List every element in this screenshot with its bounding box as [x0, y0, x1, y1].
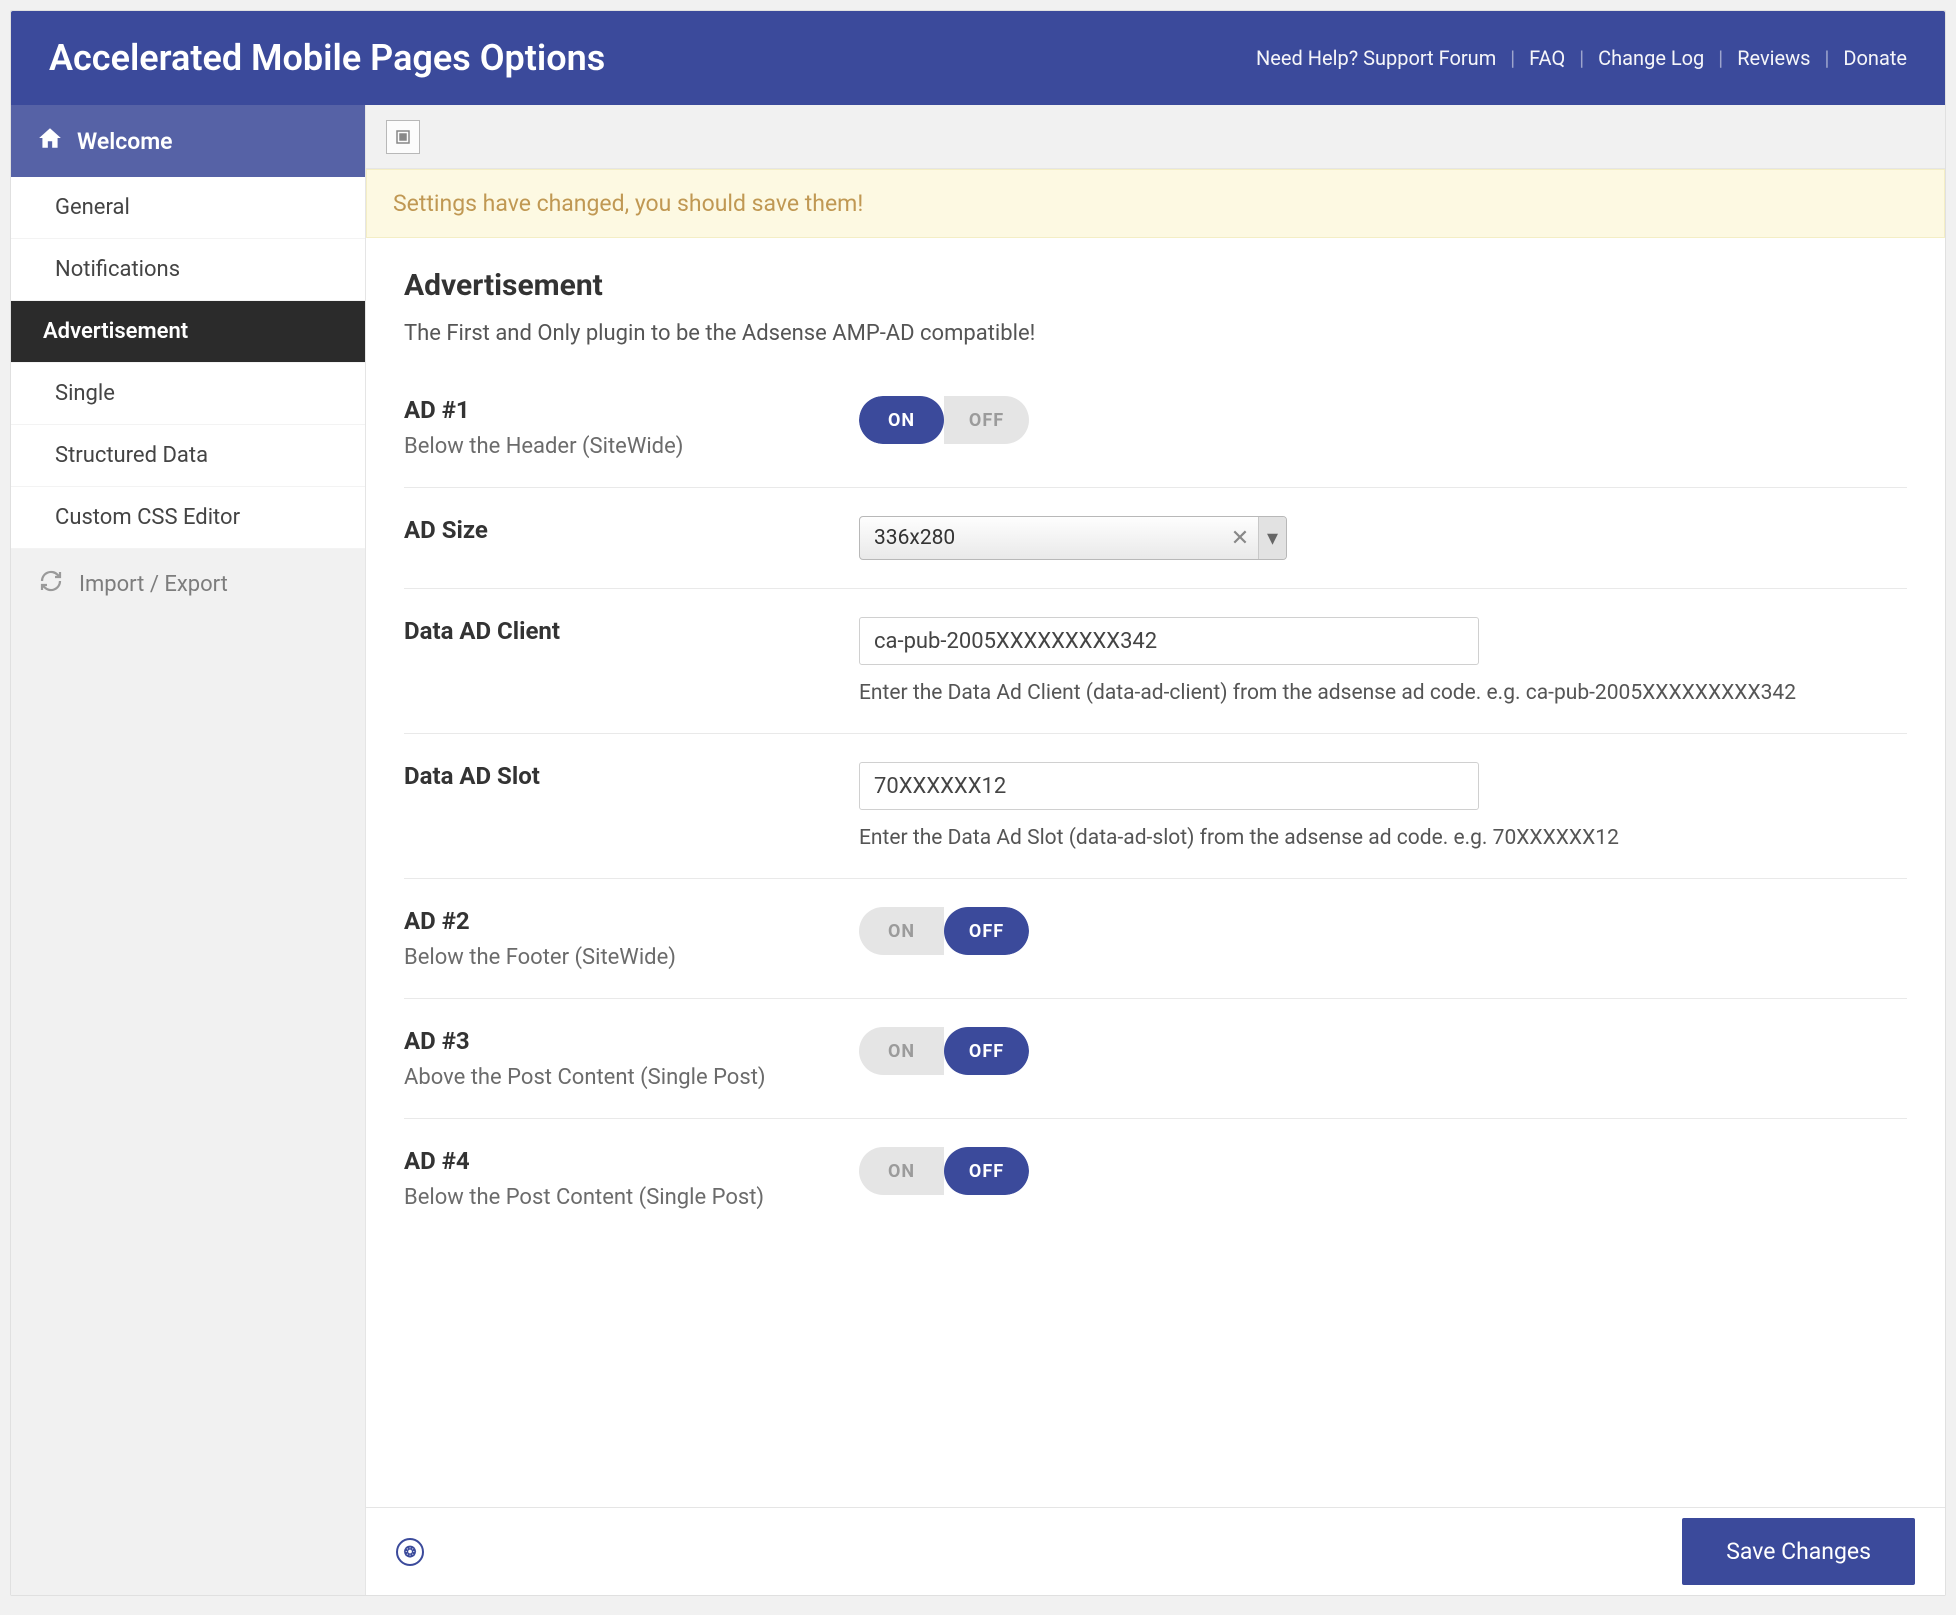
sidebar-item-notifications[interactable]: Notifications — [11, 239, 365, 301]
sidebar-welcome-label: Welcome — [77, 128, 173, 155]
ad4-toggle[interactable]: ON OFF — [859, 1147, 1029, 1195]
sidebar-item-custom-css[interactable]: Custom CSS Editor — [11, 487, 365, 549]
separator: | — [1504, 46, 1521, 70]
separator: | — [1712, 46, 1729, 70]
toggle-off-label: OFF — [944, 1147, 1029, 1195]
ad-size-select[interactable]: 336x280 ✕ ▾ — [859, 516, 1287, 560]
separator: | — [1819, 46, 1836, 70]
ad4-title: AD #4 — [404, 1147, 839, 1175]
page-title: Accelerated Mobile Pages Options — [49, 37, 605, 79]
link-help[interactable]: Need Help? Support Forum — [1256, 46, 1496, 70]
toggle-off-label: OFF — [944, 1027, 1029, 1075]
ad2-toggle[interactable]: ON OFF — [859, 907, 1029, 955]
header-bar: Accelerated Mobile Pages Options Need He… — [11, 11, 1945, 105]
refresh-icon — [39, 569, 63, 599]
footer-bar: ❂ Save Changes — [366, 1507, 1945, 1595]
chevron-down-icon[interactable]: ▾ — [1258, 517, 1286, 559]
redux-icon: ❂ — [396, 1538, 424, 1566]
ad-client-input[interactable] — [859, 617, 1479, 665]
sidebar-item-single[interactable]: Single — [11, 363, 365, 425]
ad-slot-help: Enter the Data Ad Slot (data-ad-slot) fr… — [859, 826, 1907, 850]
toggle-on-label: ON — [859, 907, 944, 955]
sidebar-item-general[interactable]: General — [11, 177, 365, 239]
sidebar-item-structured-data[interactable]: Structured Data — [11, 425, 365, 487]
ad1-toggle[interactable]: ON OFF — [859, 396, 1029, 444]
separator: | — [1573, 46, 1590, 70]
sidebar: Welcome General Notifications Advertisem… — [11, 105, 366, 1595]
row-ad3: AD #3 Above the Post Content (Single Pos… — [404, 999, 1907, 1119]
ad-slot-input[interactable] — [859, 762, 1479, 810]
save-button[interactable]: Save Changes — [1682, 1518, 1915, 1585]
section-subtitle: The First and Only plugin to be the Adse… — [404, 321, 1907, 346]
expand-icon[interactable] — [386, 120, 420, 154]
row-ad2: AD #2 Below the Footer (SiteWide) ON OFF — [404, 879, 1907, 999]
save-notice: Settings have changed, you should save t… — [366, 169, 1945, 238]
sidebar-import-export[interactable]: Import / Export — [11, 549, 365, 619]
ad2-desc: Below the Footer (SiteWide) — [404, 945, 839, 970]
toggle-on-label: ON — [859, 1147, 944, 1195]
toggle-on-label: ON — [859, 1027, 944, 1075]
ad-client-title: Data AD Client — [404, 617, 839, 645]
clear-icon[interactable]: ✕ — [1222, 517, 1258, 559]
sidebar-import-label: Import / Export — [79, 572, 228, 597]
sidebar-item-advertisement[interactable]: Advertisement — [11, 301, 365, 363]
toggle-on-label: ON — [859, 396, 944, 444]
row-ad-slot: Data AD Slot Enter the Data Ad Slot (dat… — [404, 734, 1907, 879]
ad3-desc: Above the Post Content (Single Post) — [404, 1065, 839, 1090]
toggle-off-label: OFF — [944, 396, 1029, 444]
link-changelog[interactable]: Change Log — [1598, 46, 1704, 70]
row-ad4: AD #4 Below the Post Content (Single Pos… — [404, 1119, 1907, 1238]
ad3-toggle[interactable]: ON OFF — [859, 1027, 1029, 1075]
link-faq[interactable]: FAQ — [1529, 46, 1565, 70]
ad3-title: AD #3 — [404, 1027, 839, 1055]
row-ad-client: Data AD Client Enter the Data Ad Client … — [404, 589, 1907, 734]
home-icon — [37, 125, 63, 157]
link-donate[interactable]: Donate — [1843, 46, 1907, 70]
ad-size-value: 336x280 — [860, 517, 1222, 559]
ad2-title: AD #2 — [404, 907, 839, 935]
toggle-off-label: OFF — [944, 907, 1029, 955]
main-content: Settings have changed, you should save t… — [366, 105, 1945, 1595]
toolbar — [366, 105, 1945, 169]
ad-client-help: Enter the Data Ad Client (data-ad-client… — [859, 681, 1907, 705]
header-links: Need Help? Support Forum | FAQ | Change … — [1256, 46, 1907, 70]
row-ad-size: AD Size 336x280 ✕ ▾ — [404, 488, 1907, 589]
ad4-desc: Below the Post Content (Single Post) — [404, 1185, 839, 1210]
ad1-title: AD #1 — [404, 396, 839, 424]
row-ad1: AD #1 Below the Header (SiteWide) ON OFF — [404, 386, 1907, 488]
ad-slot-title: Data AD Slot — [404, 762, 839, 790]
sidebar-welcome[interactable]: Welcome — [11, 105, 365, 177]
link-reviews[interactable]: Reviews — [1737, 46, 1810, 70]
ad-size-title: AD Size — [404, 516, 839, 544]
section-heading: Advertisement — [404, 268, 1907, 303]
sidebar-items: General Notifications Advertisement Sing… — [11, 177, 365, 549]
ad1-desc: Below the Header (SiteWide) — [404, 434, 839, 459]
